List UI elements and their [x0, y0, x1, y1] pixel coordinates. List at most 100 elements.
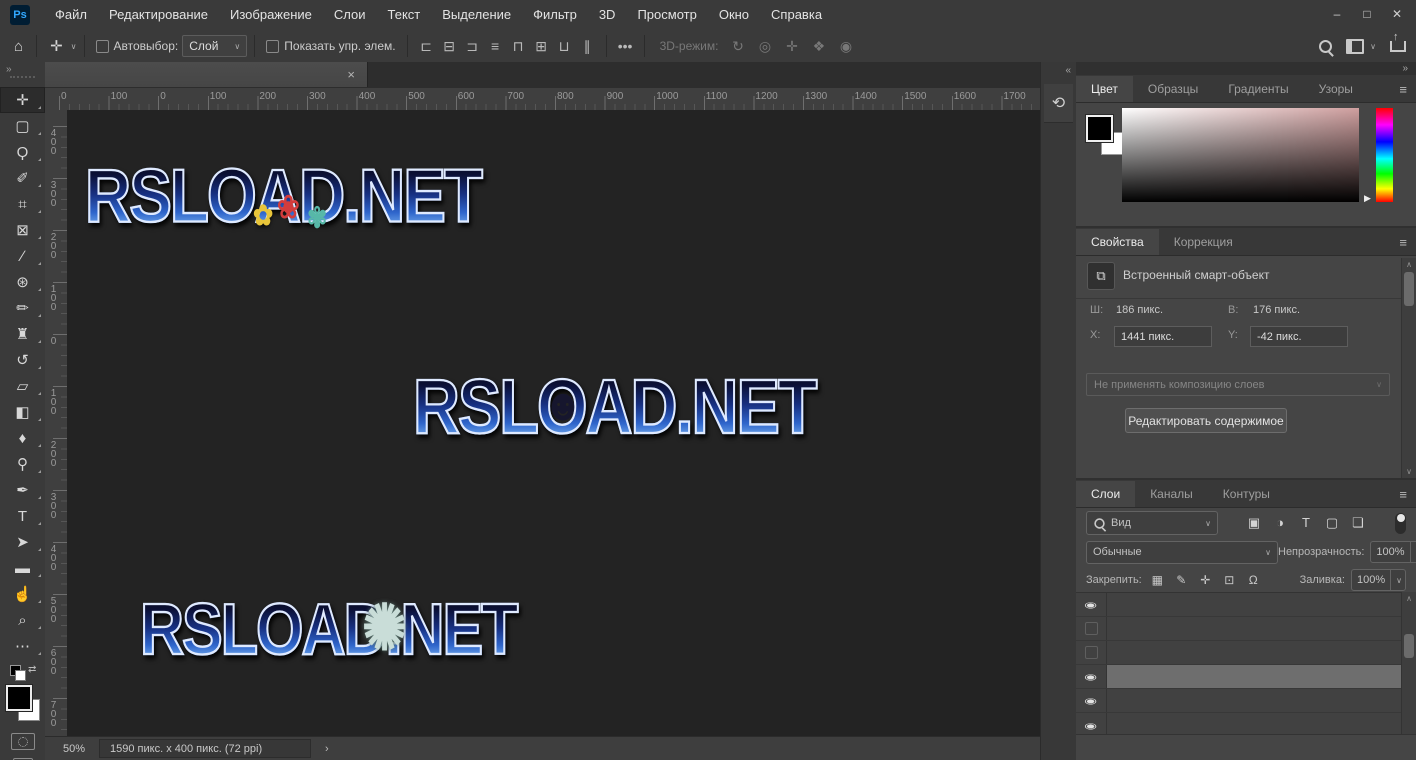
move-tool-option-icon[interactable]: ✛ — [44, 37, 69, 55]
scrollbar-thumb[interactable] — [1404, 272, 1414, 306]
document-canvas[interactable]: RSLOAD.NET ✿ ❀ ✾ RSLOAD.NET ☻ RSLOAD.NET… — [67, 110, 1040, 737]
scrollbar-thumb[interactable] — [1404, 634, 1414, 658]
type-tool[interactable]: T — [0, 503, 45, 529]
distribute-h-icon[interactable]: ≡ — [484, 38, 507, 55]
more-tools[interactable]: ⋯ — [0, 633, 45, 659]
layer-filter-select[interactable]: Вид ∨ — [1086, 511, 1218, 535]
dodge-tool[interactable]: ⚲ — [0, 451, 45, 477]
filter-toggle-switch[interactable] — [1395, 512, 1406, 534]
filter-adjustment-icon[interactable]: ◑ — [1272, 515, 1288, 531]
status-chevron-icon[interactable]: › — [325, 743, 329, 755]
scroll-up-icon[interactable]: ∧ — [1402, 260, 1416, 269]
maximize-button[interactable]: □ — [1352, 0, 1382, 28]
scroll-up-icon[interactable]: ∧ — [1402, 594, 1416, 603]
chevron-down-icon[interactable]: ∨ — [1413, 548, 1416, 557]
layer-name-area[interactable] — [1107, 641, 1402, 664]
align-middle-icon[interactable]: ⊞ — [530, 38, 553, 55]
menu-item-3[interactable]: Слои — [323, 0, 377, 30]
quick-mask-button[interactable] — [10, 733, 35, 750]
horizontal-ruler[interactable]: 0 100 0 100 200 300 400 500 600 700 800 900 1000 1100… — [45, 88, 1040, 111]
x-input[interactable]: 1441 пикс. — [1114, 326, 1212, 347]
color-field[interactable] — [1122, 108, 1359, 202]
lock-position-icon[interactable]: ✛ — [1198, 573, 1213, 587]
zoom-level-field[interactable]: 50% — [45, 743, 99, 755]
autoselect-target-select[interactable]: Слой ∨ — [182, 35, 248, 57]
eraser-tool[interactable]: ▱ — [0, 373, 45, 399]
search-icon[interactable] — [1319, 39, 1333, 53]
path-selection-tool[interactable]: ➤ — [0, 529, 45, 555]
menu-item-7[interactable]: 3D — [588, 0, 627, 30]
opacity-field[interactable]: 100% ∨ — [1370, 541, 1416, 563]
filter-pixel-icon[interactable]: ▣ — [1246, 515, 1262, 531]
chevron-down-icon[interactable]: ∨ — [1393, 576, 1405, 585]
layer-visibility-empty[interactable] — [1076, 617, 1107, 640]
show-controls-checkbox[interactable] — [266, 39, 280, 53]
layer-visibility-eye-icon[interactable]: ◉ — [1076, 665, 1107, 688]
zoom-tool[interactable]: ⌕ — [0, 607, 45, 633]
filter-type-icon[interactable]: T — [1298, 515, 1314, 531]
share-icon[interactable] — [1390, 31, 1406, 52]
align-top-icon[interactable]: ⊓ — [507, 38, 530, 55]
layer-name-area[interactable] — [1107, 617, 1402, 640]
menu-item-0[interactable]: Файл — [44, 0, 98, 30]
tab-Узоры[interactable]: Узоры — [1304, 76, 1368, 102]
rectangle-tool[interactable]: ▬ — [0, 555, 45, 581]
frame-tool[interactable]: ⊠ — [0, 217, 45, 243]
tab-Коррекция[interactable]: Коррекция — [1159, 229, 1248, 255]
toolbar-grip[interactable] — [10, 76, 35, 85]
home-icon[interactable]: ⌂ — [8, 38, 29, 55]
layer-row-5[interactable]: ◉ — [1076, 689, 1402, 713]
menu-item-4[interactable]: Текст — [377, 0, 432, 30]
clone-stamp-tool[interactable]: ♜ — [0, 321, 45, 347]
history-panel-icon[interactable]: ⟲ — [1044, 84, 1073, 123]
tab-Контуры[interactable]: Контуры — [1208, 481, 1285, 507]
spot-healing-tool[interactable]: ⊛ — [0, 269, 45, 295]
layer-visibility-empty[interactable] — [1076, 641, 1107, 664]
blend-mode-select[interactable]: Обычные ∨ — [1086, 540, 1278, 564]
edit-contents-button[interactable]: Редактировать содержимое — [1125, 408, 1287, 433]
align-left-icon[interactable]: ⊏ — [415, 38, 438, 55]
toolbar-expand-icon[interactable]: » — [0, 62, 45, 75]
fill-field[interactable]: 100% ∨ — [1351, 569, 1406, 591]
document-tab[interactable]: × — [45, 62, 368, 87]
menu-item-6[interactable]: Фильтр — [522, 0, 588, 30]
lock-all-icon[interactable]: Ω — [1246, 573, 1261, 587]
vertical-ruler[interactable]: 4003002001000100200300400500600700800 — [45, 110, 68, 737]
object-selection-tool[interactable]: ✐ — [0, 165, 45, 191]
align-bottom-icon[interactable]: ⊔ — [553, 38, 576, 55]
tab-Слои[interactable]: Слои — [1076, 481, 1136, 507]
brush-tool[interactable]: ✏ — [0, 295, 45, 321]
default-colors-widget[interactable]: ⇄ — [0, 663, 45, 681]
hand-tool[interactable]: ☝ — [0, 581, 45, 607]
filter-smart-object-icon[interactable]: ❏ — [1350, 515, 1366, 531]
history-brush-tool[interactable]: ↺ — [0, 347, 45, 373]
distribute-v-icon[interactable]: ∥ — [576, 38, 599, 55]
layer-name-area[interactable] — [1107, 593, 1402, 616]
panel-menu-icon[interactable]: ≡ — [1399, 235, 1407, 250]
y-input[interactable]: -42 пикс. — [1250, 326, 1348, 347]
layers-scrollbar[interactable]: ∧ — [1401, 592, 1416, 734]
scroll-down-icon[interactable]: ∨ — [1402, 467, 1416, 476]
hue-slider[interactable] — [1376, 108, 1393, 202]
layer-row-1[interactable]: ◉ — [1076, 593, 1402, 617]
panel-menu-icon[interactable]: ≡ — [1399, 82, 1407, 97]
layer-row-2[interactable] — [1076, 617, 1402, 641]
tab-Градиенты[interactable]: Градиенты — [1213, 76, 1303, 102]
workspace-icon[interactable] — [1346, 38, 1365, 54]
more-options-button[interactable]: ••• — [614, 38, 637, 54]
autoselect-checkbox[interactable] — [95, 39, 109, 53]
menu-item-9[interactable]: Окно — [708, 0, 760, 30]
eyedropper-tool[interactable]: ∕ — [0, 243, 45, 269]
pen-tool[interactable]: ✒ — [0, 477, 45, 503]
menu-item-8[interactable]: Просмотр — [626, 0, 707, 30]
minimize-button[interactable]: – — [1322, 0, 1352, 28]
layer-visibility-eye-icon[interactable]: ◉ — [1076, 689, 1107, 712]
tab-Цвет[interactable]: Цвет — [1076, 76, 1133, 102]
menu-item-5[interactable]: Выделение — [431, 0, 522, 30]
panels-collapse-icon[interactable]: » — [1402, 63, 1408, 74]
layer-name-area[interactable] — [1107, 665, 1402, 688]
lock-transparent-icon[interactable]: ▦ — [1150, 573, 1165, 587]
lock-paint-icon[interactable]: ✎ — [1174, 573, 1189, 587]
layer-row-3[interactable] — [1076, 641, 1402, 665]
swap-colors-icon[interactable]: ⇄ — [28, 664, 36, 675]
